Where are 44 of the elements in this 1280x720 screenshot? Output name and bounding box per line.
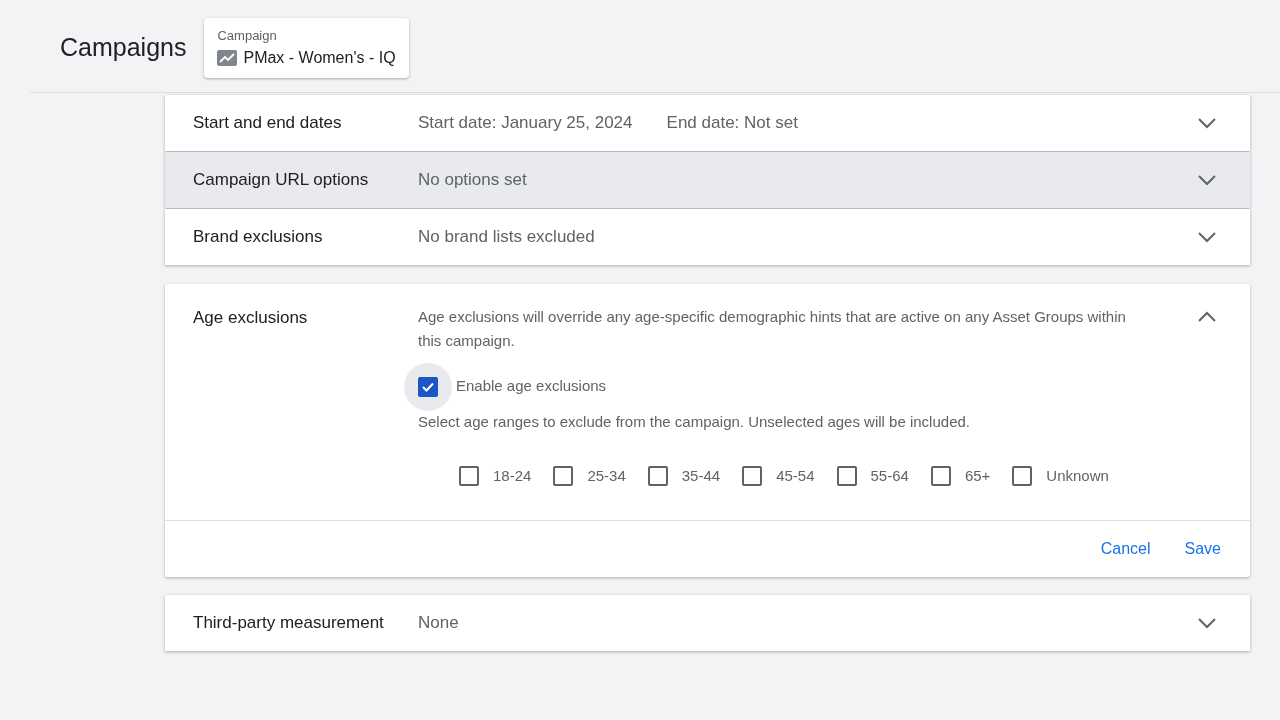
chevron-up-icon[interactable] <box>1197 310 1217 323</box>
age-range-label: 45-54 <box>776 466 815 486</box>
section-summary: No options set <box>418 168 527 191</box>
cancel-button[interactable]: Cancel <box>1087 530 1164 567</box>
section-title: Campaign URL options <box>193 169 369 189</box>
page-title: Campaigns <box>60 32 187 63</box>
campaign-label: Campaign <box>217 27 278 45</box>
settings-row[interactable]: Campaign URL options No options set <box>165 151 1250 208</box>
chart-icon <box>217 49 238 66</box>
hint-text: Select age ranges to exclude from the campaign. Unselected ages will be included. <box>418 411 971 432</box>
age-range-label: Unknown <box>1046 466 1109 486</box>
checkbox-label: Enable age exclusions <box>456 376 607 397</box>
campaign-card[interactable]: Campaign PMax - Women's - IQ <box>204 18 409 78</box>
checkbox[interactable] <box>459 466 479 487</box>
section-title: Brand exclusions <box>193 226 323 246</box>
chevron-down-icon[interactable] <box>1197 616 1217 629</box>
save-button[interactable]: Save <box>1171 530 1234 567</box>
section-summary: End date: Not set <box>666 111 798 134</box>
checkbox[interactable] <box>418 376 438 397</box>
chevron-down-icon[interactable] <box>1197 173 1217 186</box>
chevron-down-icon[interactable] <box>1197 116 1217 129</box>
campaign-name: PMax - Women's - IQ <box>243 47 396 68</box>
checkbox[interactable] <box>553 466 574 487</box>
section-title: Third-party measurement <box>193 612 384 632</box>
section-summary: None <box>418 611 459 634</box>
checkbox[interactable] <box>836 466 857 487</box>
age-range-label: 35-44 <box>681 466 721 486</box>
section-description: Age exclusions will override any age-specific demographic hints that are active on any Asset Groups within this campaign. <box>418 306 1127 351</box>
chevron-down-icon[interactable] <box>1197 230 1217 243</box>
age-range-label: 55-64 <box>870 466 909 486</box>
age-range-label: 25-34 <box>587 466 626 486</box>
section-title: Start and end dates <box>193 112 342 132</box>
settings-row[interactable]: Third-party measurement None <box>165 594 1250 651</box>
age-range-label: 65+ <box>964 466 991 486</box>
checkbox[interactable] <box>1012 466 1033 487</box>
checkbox[interactable] <box>647 466 668 487</box>
section-summary: No brand lists excluded <box>418 225 595 248</box>
age-range-label: 18-24 <box>493 466 532 486</box>
settings-row[interactable]: Brand exclusions No brand lists excluded <box>165 208 1250 265</box>
settings-row[interactable]: Start and end dates Start date: January 25, 2024 End date: Not set <box>165 94 1250 151</box>
checkbox[interactable] <box>930 466 951 487</box>
section-summary: Start date: January 25, 2024 <box>418 111 633 134</box>
checkbox[interactable] <box>742 466 763 487</box>
section-title: Age exclusions <box>193 306 309 329</box>
